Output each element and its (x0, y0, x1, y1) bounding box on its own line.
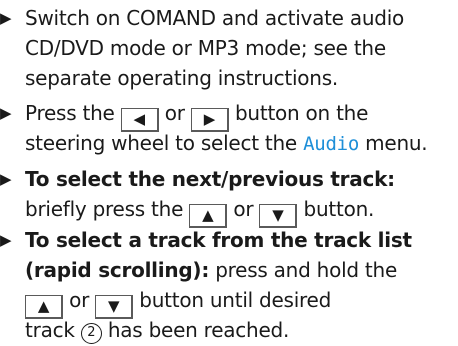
step-3-heading: To select the next/previous track: (25, 167, 395, 191)
step-3-text: briefly press the (25, 197, 184, 221)
step-3: ▶ To select the next/previous track: brie… (0, 164, 458, 228)
step-3-text-tail: button. (303, 197, 375, 221)
callout-number: 2 (80, 323, 102, 344)
step-4-text-line-3: button until desired (139, 288, 332, 312)
audio-menu-display-text: Audio (303, 133, 360, 155)
step-1: ▶ Switch on COMAND and activate audio CD/… (0, 3, 458, 93)
bullet-icon: ▶ (0, 9, 12, 27)
bullet-icon: ▶ (0, 104, 12, 122)
step-4-or: or (69, 288, 90, 312)
step-2-text-line-2-tail: menu. (365, 131, 428, 155)
step-3-or: or (233, 197, 254, 221)
step-1-text-line-2: CD/DVD mode or MP3 mode; see the (25, 36, 386, 60)
step-4: ▶ To select a track from the track list (… (0, 225, 458, 345)
step-4-text-line-4: track (25, 318, 75, 342)
step-4-heading-line-2: (rapid scrolling): (25, 258, 210, 282)
step-4-text: press and hold the (215, 258, 397, 282)
step-4-heading-line-1: To select a track from the track list (25, 228, 412, 252)
step-4-text-line-4-tail: has been reached. (107, 318, 290, 342)
step-2-text: Press the (25, 101, 115, 125)
bullet-icon: ▶ (0, 231, 12, 249)
step-2-text-tail: button on the (234, 101, 369, 125)
step-2-or: or (164, 101, 185, 125)
step-1-text-line-3: separate operating instructions. (25, 66, 338, 90)
step-1-text-line-1: Switch on COMAND and activate audio (25, 6, 405, 30)
step-2: ▶ Press the ◀ or ▶ button on the steering… (0, 98, 458, 158)
bullet-icon: ▶ (0, 170, 12, 188)
step-2-text-line-2: steering wheel to select the (25, 131, 297, 155)
